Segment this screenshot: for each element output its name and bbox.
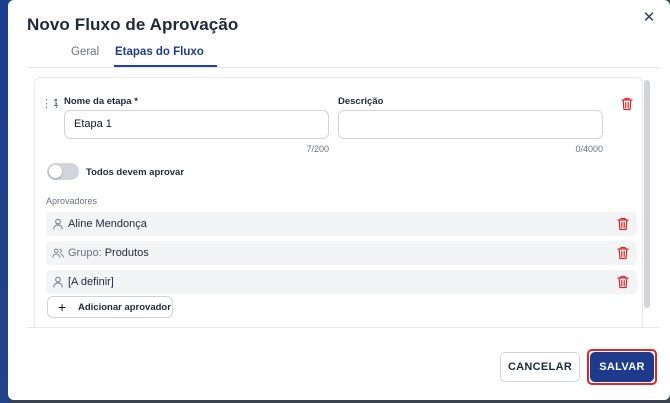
close-icon[interactable]: ✕: [640, 9, 658, 27]
approval-flow-dialog: Novo Fluxo de Aprovação ✕ Geral Etapas d…: [8, 0, 670, 400]
approver-name: Grupo: Produtos: [68, 247, 149, 259]
step-name-label: Nome da etapa *: [64, 96, 138, 107]
step-card: ⋮⋮ 1 Nome da etapa * Etapa 1 7/200 Descr…: [34, 77, 643, 327]
approvers-label: Aprovadores: [46, 196, 98, 206]
active-tab-indicator: [114, 65, 217, 67]
plus-icon: +: [58, 299, 67, 315]
user-icon: [53, 218, 63, 230]
step-name-counter: 7/200: [306, 144, 329, 154]
description-label: Descrição: [338, 96, 384, 107]
remove-approver-trash-icon[interactable]: [617, 275, 629, 289]
remove-approver-trash-icon[interactable]: [617, 246, 629, 260]
approver-row: Aline Mendonça: [46, 212, 637, 236]
cancel-button[interactable]: CANCELAR: [500, 352, 580, 382]
delete-step-trash-icon[interactable]: [621, 97, 633, 111]
scrollbar[interactable]: [644, 80, 650, 308]
approver-name: [A definir]: [68, 276, 114, 288]
steps-panel: ⋮⋮ 1 Nome da etapa * Etapa 1 7/200 Descr…: [27, 68, 659, 328]
tab-etapas-do-fluxo[interactable]: Etapas do Fluxo: [115, 46, 204, 58]
save-button[interactable]: SALVAR: [590, 352, 654, 382]
approver-name: Aline Mendonça: [68, 218, 147, 230]
description-counter: 0/4000: [575, 144, 603, 154]
tab-geral[interactable]: Geral: [71, 46, 99, 58]
all-must-approve-label: Todos devem aprovar: [86, 167, 185, 178]
group-icon: [52, 248, 64, 258]
description-input[interactable]: [338, 110, 603, 139]
all-must-approve-toggle[interactable]: [47, 163, 79, 180]
step-name-input[interactable]: Etapa 1: [64, 110, 329, 139]
toggle-knob: [49, 165, 62, 178]
approver-row: Grupo: Produtos: [46, 241, 637, 265]
approver-row: [A definir]: [46, 270, 637, 294]
remove-approver-trash-icon[interactable]: [617, 217, 629, 231]
add-approver-button[interactable]: + Adicionar aprovador: [47, 296, 173, 318]
user-icon: [53, 276, 63, 288]
tab-bar: Geral Etapas do Fluxo: [27, 38, 659, 68]
dialog-title: Novo Fluxo de Aprovação: [27, 15, 239, 34]
step-number: 1: [53, 98, 59, 109]
